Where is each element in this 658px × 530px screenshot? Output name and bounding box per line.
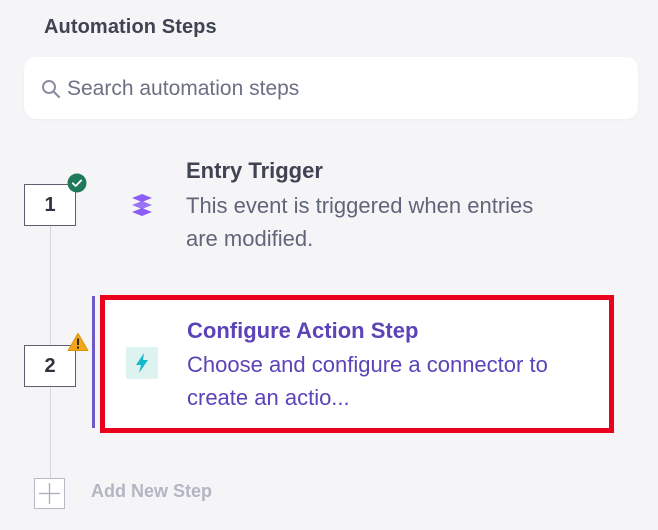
step-title: Entry Trigger bbox=[186, 158, 323, 183]
lightning-icon bbox=[126, 347, 158, 379]
step-description: Choose and configure a connector to crea… bbox=[187, 352, 548, 410]
step-description: This event is triggered when entries are… bbox=[186, 193, 534, 251]
stack-icon bbox=[126, 189, 158, 221]
automation-steps-panel: Automation Steps 1 Entry Trigger This ev… bbox=[0, 0, 658, 530]
panel-title: Automation Steps bbox=[44, 16, 217, 38]
plus-icon bbox=[34, 478, 65, 509]
active-step-indicator bbox=[92, 296, 95, 428]
search-icon bbox=[41, 79, 61, 99]
check-circle-icon bbox=[67, 173, 87, 193]
search-input[interactable] bbox=[67, 73, 607, 105]
warning-triangle-icon bbox=[67, 332, 89, 352]
add-new-step-label: Add New Step bbox=[91, 481, 213, 501]
step-title: Configure Action Step bbox=[187, 318, 419, 343]
